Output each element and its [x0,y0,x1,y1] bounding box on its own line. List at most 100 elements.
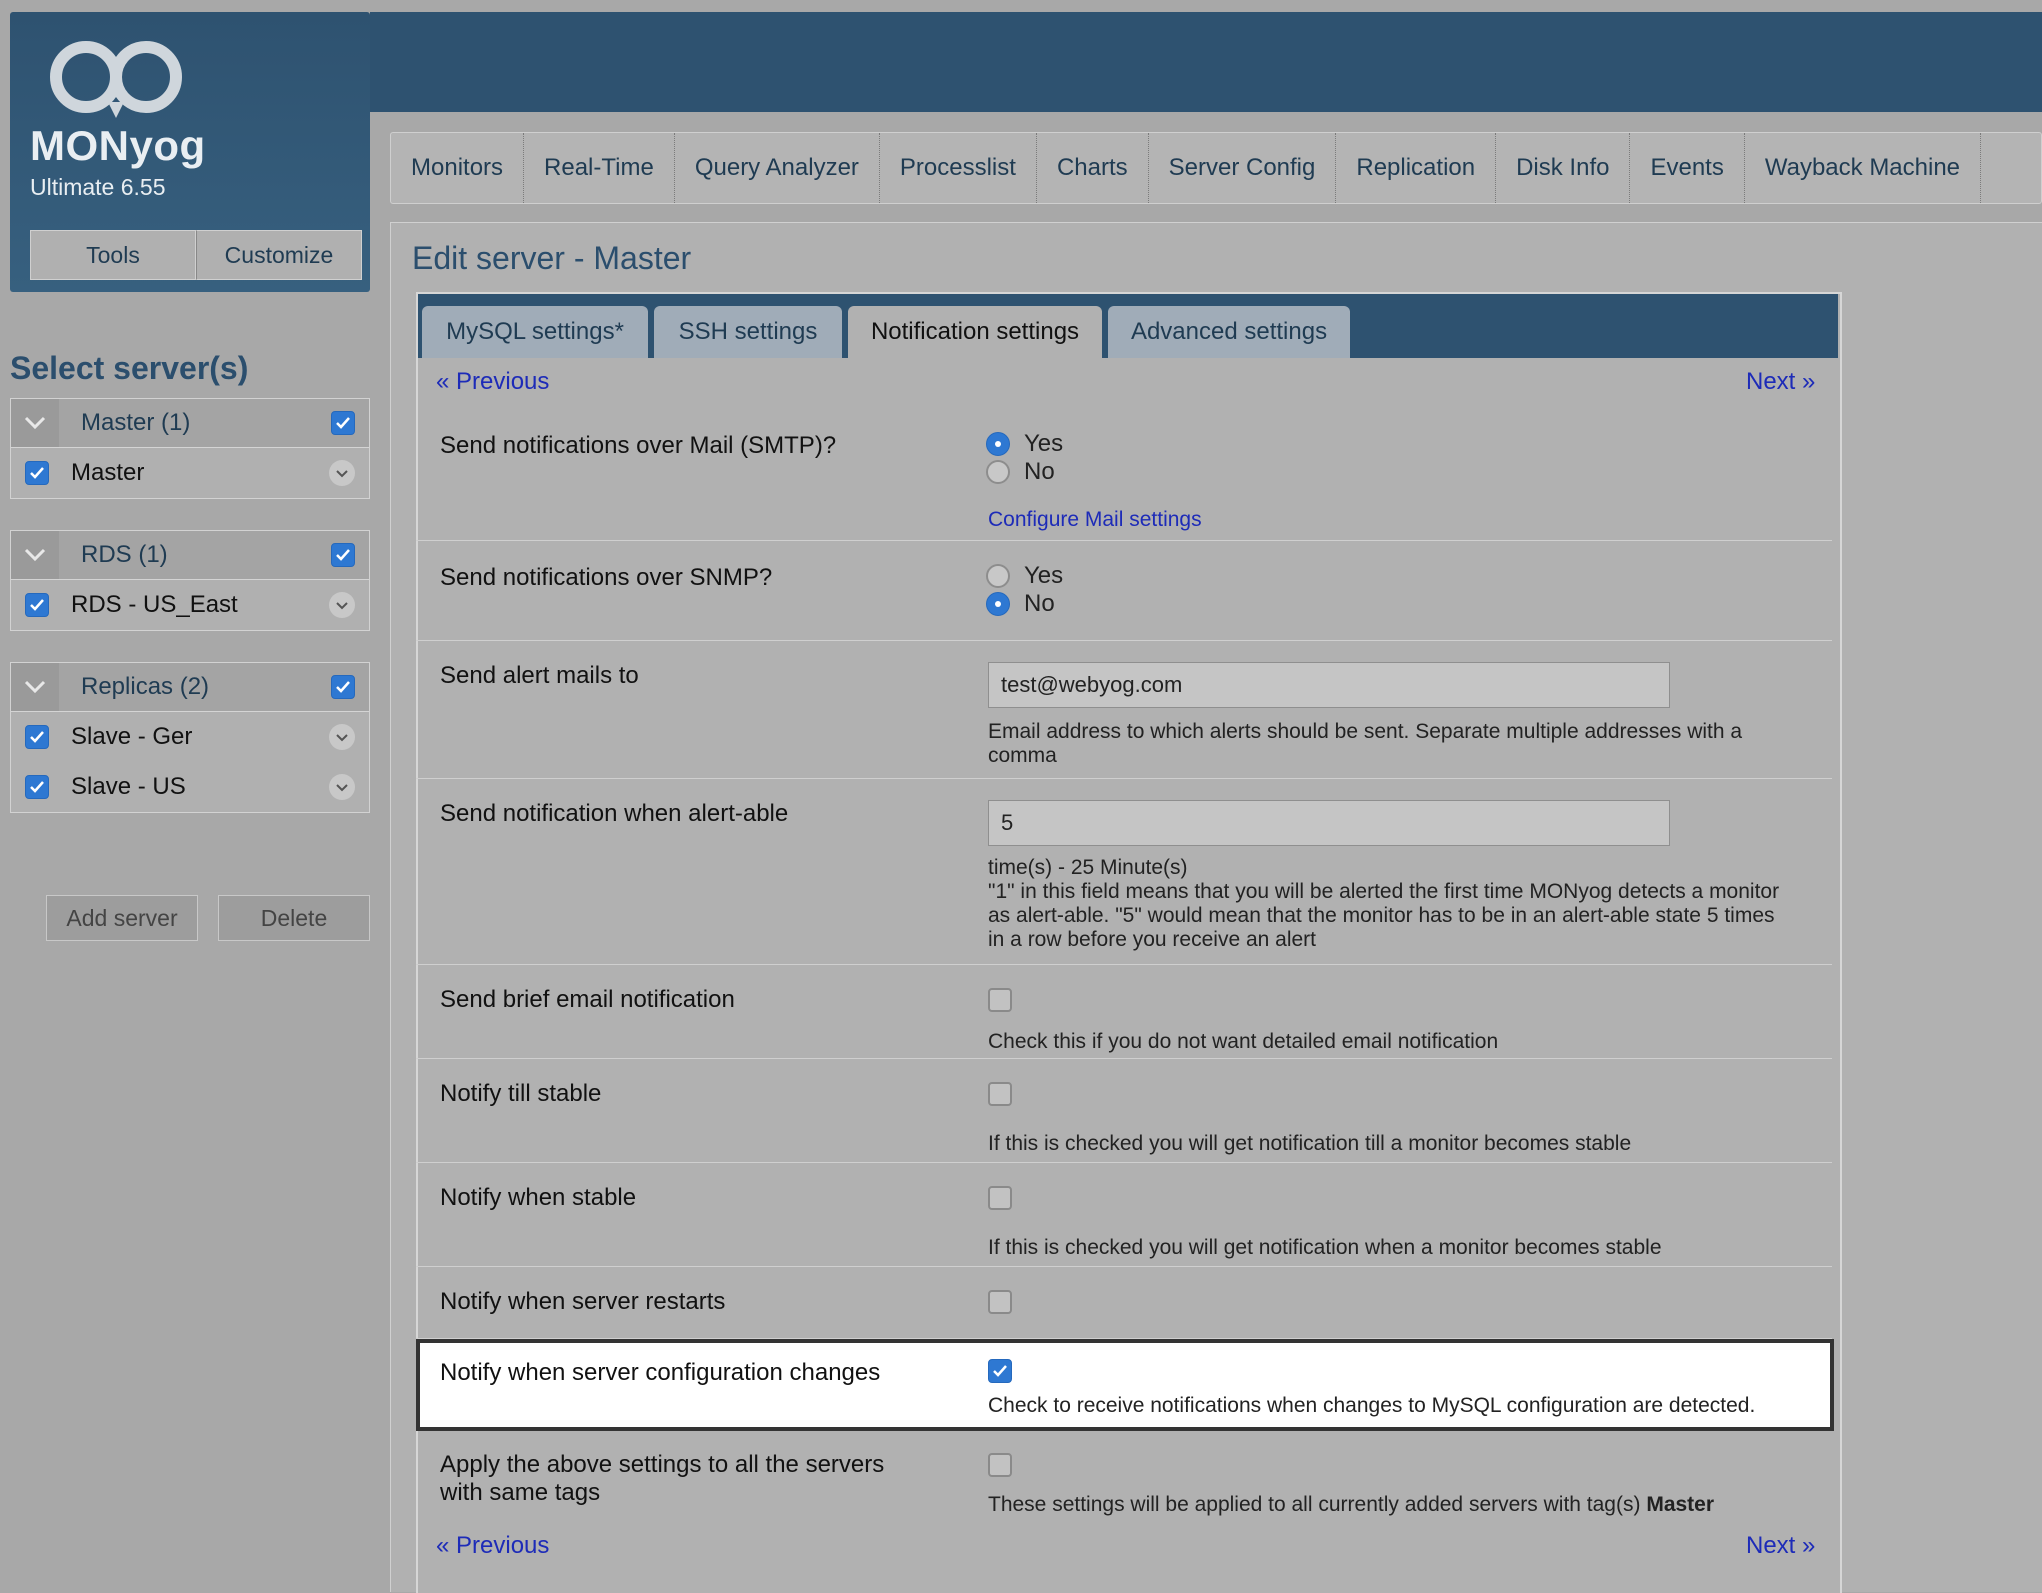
nav-processlist[interactable]: Processlist [880,133,1037,203]
next-link-top[interactable]: Next » [1746,368,1815,396]
apply-all-label-line2: with same tags [440,1479,601,1506]
server-checkbox[interactable] [25,725,49,749]
till-stable-checkbox[interactable] [988,1082,1012,1106]
snmp-no-label: No [1024,590,1055,617]
chevron-down-icon[interactable] [11,531,59,579]
alert-mails-help: Email address to which alerts should be … [988,720,1743,767]
apply-all-checkbox[interactable] [988,1453,1012,1477]
snmp-yes-radio[interactable]: Yes [986,562,1063,590]
when-stable-checkbox[interactable] [988,1186,1012,1210]
server-group-master: Master (1) Master [10,398,370,499]
apply-all-label-line1: Apply the above settings to all the serv… [440,1451,885,1478]
chevron-down-icon[interactable] [11,663,59,711]
config-changes-label: Notify when server configuration changes [440,1359,881,1386]
delete-server-button[interactable]: Delete [218,895,370,941]
monyog-logo-icon [50,41,182,118]
server-label: Slave - US [71,773,186,800]
previous-link-bottom[interactable]: « Previous [436,1532,549,1560]
next-link-bottom[interactable]: Next » [1746,1532,1815,1560]
row-brief-email: Send brief email notification Check this… [416,964,1832,1059]
alertable-count-input[interactable]: 5 [988,800,1670,846]
server-group-replicas: Replicas (2) Slave - Ger Slave - US [10,662,370,813]
group-header[interactable]: Replicas (2) [11,663,369,712]
radio-unselected-icon[interactable] [986,564,1010,588]
server-label: Master [71,459,145,486]
smtp-label: Send notifications over Mail (SMTP)? [440,432,837,459]
nav-replication[interactable]: Replication [1336,133,1497,203]
till-stable-help: If this is checked you will get notifica… [988,1132,1632,1155]
alert-mails-label: Send alert mails to [440,662,639,689]
tab-mysql-settings[interactable]: MySQL settings* [422,306,648,358]
group-header[interactable]: Master (1) [11,399,369,448]
nav-disk-info[interactable]: Disk Info [1496,133,1631,203]
select-servers-title: Select server(s) [10,350,249,386]
apply-all-tag: Master [1646,1493,1715,1516]
server-row[interactable]: Slave - US [11,762,369,812]
server-checkbox[interactable] [25,775,49,799]
radio-selected-icon[interactable] [986,592,1010,616]
alertable-label: Send notification when alert-able [440,800,789,827]
snmp-yes-label: Yes [1024,562,1064,589]
server-menu-chevron-icon[interactable] [329,774,355,800]
server-menu-chevron-icon[interactable] [329,460,355,486]
radio-unselected-icon[interactable] [986,460,1010,484]
nav-charts[interactable]: Charts [1037,133,1149,203]
highlighted-row-config-changes: Notify when server configuration changes… [416,1339,1834,1431]
smtp-options: Yes No [986,430,1063,486]
brief-email-label: Send brief email notification [440,986,735,1013]
row-apply-all: Apply the above settings to all the serv… [416,1431,1832,1519]
app-version: Ultimate 6.55 [30,174,166,200]
brief-email-checkbox[interactable] [988,988,1012,1012]
smtp-yes-label: Yes [1024,430,1064,457]
configure-mail-link[interactable]: Configure Mail settings [988,508,1202,532]
brief-email-field: Check this if you do not want detailed e… [988,988,1498,1054]
server-menu-chevron-icon[interactable] [329,592,355,618]
nav-real-time[interactable]: Real-Time [524,133,675,203]
alert-email-input[interactable]: test@webyog.com [988,662,1670,708]
group-label: Master (1) [81,409,191,436]
page-title: Edit server - Master [412,240,692,276]
tab-advanced-settings[interactable]: Advanced settings [1108,306,1350,358]
nav-events[interactable]: Events [1630,133,1745,203]
server-menu-chevron-icon[interactable] [329,724,355,750]
restarts-checkbox[interactable] [988,1290,1012,1314]
nav-wayback-machine[interactable]: Wayback Machine [1745,133,1982,203]
brand-panel: MONyog Ultimate 6.55 Tools Customize [10,12,370,292]
row-alertable: Send notification when alert-able 5 time… [416,778,1832,965]
group-header[interactable]: RDS (1) [11,531,369,580]
alertable-duration: time(s) - 25 Minute(s) [988,856,1188,879]
smtp-no-radio[interactable]: No [986,458,1063,486]
row-snmp: Send notifications over SNMP? Yes No [416,540,1832,641]
customize-button[interactable]: Customize [196,230,362,280]
when-stable-field: If this is checked you will get notifica… [988,1186,1662,1260]
group-label: RDS (1) [81,541,168,568]
snmp-label: Send notifications over SNMP? [440,564,773,591]
group-checkbox[interactable] [331,675,355,699]
group-label: Replicas (2) [81,673,210,700]
group-checkbox[interactable] [331,543,355,567]
row-notify-restarts: Notify when server restarts [416,1266,1832,1339]
add-server-button[interactable]: Add server [46,895,198,941]
server-row[interactable]: Slave - Ger [11,712,369,762]
when-stable-help: If this is checked you will get notifica… [988,1236,1662,1259]
tab-notification-settings[interactable]: Notification settings [848,306,1102,358]
config-changes-field: Check to receive notifications when chan… [988,1359,1755,1418]
radio-selected-icon[interactable] [986,432,1010,456]
nav-monitors[interactable]: Monitors [391,133,525,203]
previous-link-top[interactable]: « Previous [436,368,549,396]
server-checkbox[interactable] [25,461,49,485]
nav-server-config[interactable]: Server Config [1149,133,1337,203]
alert-mails-field: test@webyog.com Email address to which a… [988,662,1808,768]
tools-button[interactable]: Tools [30,230,196,280]
server-row[interactable]: Master [11,448,369,498]
snmp-no-radio[interactable]: No [986,590,1063,618]
smtp-yes-radio[interactable]: Yes [986,430,1063,458]
config-changes-checkbox[interactable] [988,1359,1012,1383]
snmp-options: Yes No [986,562,1063,618]
nav-query-analyzer[interactable]: Query Analyzer [675,133,880,203]
server-checkbox[interactable] [25,593,49,617]
tab-ssh-settings[interactable]: SSH settings [654,306,842,358]
group-checkbox[interactable] [331,411,355,435]
chevron-down-icon[interactable] [11,399,59,447]
server-row[interactable]: RDS - US_East [11,580,369,630]
